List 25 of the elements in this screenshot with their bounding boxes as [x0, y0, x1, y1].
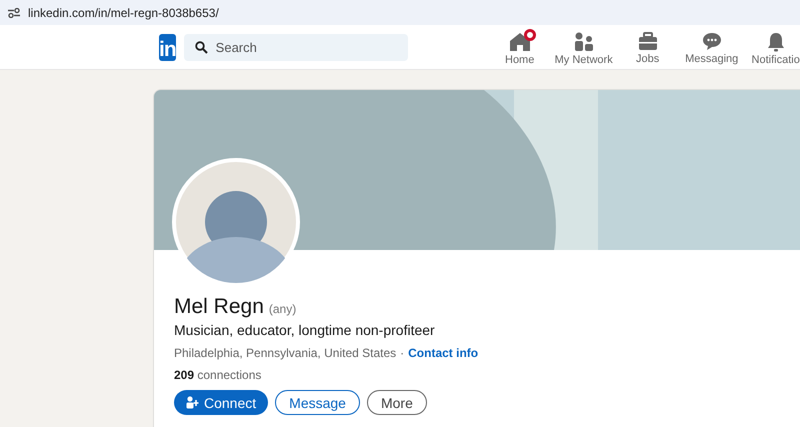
- contact-info-link[interactable]: Contact info: [408, 346, 478, 360]
- more-button[interactable]: More: [366, 390, 427, 415]
- connections-count: 209 connections: [174, 368, 262, 382]
- nav-item[interactable]: Home: [488, 28, 552, 66]
- location: Philadelphia, Pennsylvania, United States: [174, 346, 396, 360]
- headline: Musician, educator, longtime non-profiteer: [174, 322, 436, 338]
- people-icon: [574, 32, 594, 52]
- pronouns: (any): [268, 302, 296, 316]
- nav-item[interactable]: My Network: [552, 28, 616, 66]
- chat-bubble-icon: [702, 32, 722, 51]
- url-text[interactable]: linkedin.com/in/mel-regn-8038b653/: [28, 6, 219, 20]
- nav-item[interactable]: Messaging: [680, 28, 744, 66]
- bell-icon: [766, 32, 785, 52]
- search-field[interactable]: Search: [184, 34, 408, 60]
- message-button[interactable]: Message: [275, 390, 360, 415]
- profile-name: Mel Regn: [174, 295, 264, 319]
- separator: ·: [400, 346, 404, 360]
- connect-button[interactable]: Connect: [174, 390, 268, 415]
- nav-item[interactable]: Jobs: [616, 28, 680, 66]
- site-settings-icon[interactable]: [8, 8, 20, 18]
- logo[interactable]: in: [159, 34, 176, 60]
- house-icon: [508, 32, 531, 52]
- nav-item[interactable]: Notificatio: [744, 28, 800, 66]
- add-person-icon: [186, 396, 199, 409]
- briefcase-icon: [638, 32, 658, 51]
